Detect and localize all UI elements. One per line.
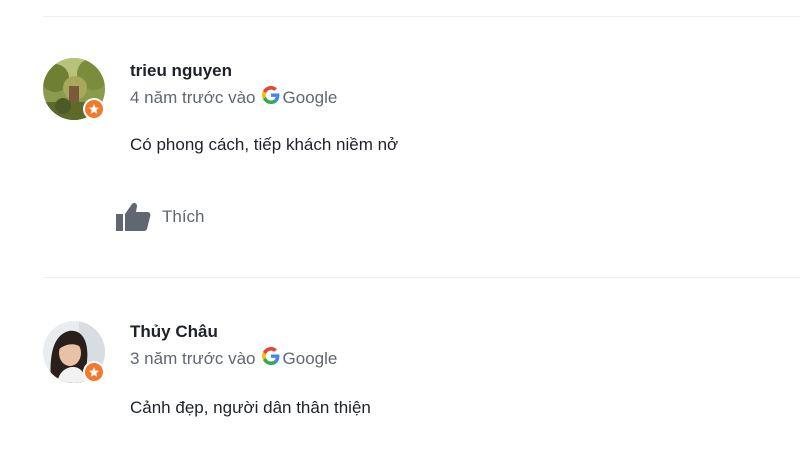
- review-time: 3 năm trước vào: [130, 348, 256, 368]
- google-icon: [261, 347, 280, 370]
- local-guide-badge: [83, 98, 105, 120]
- avatar[interactable]: [43, 58, 105, 120]
- review-meta: 4 năm trước vào Google: [130, 86, 337, 109]
- reviews-page: trieu nguyen 4 năm trước vào Google Có p…: [0, 0, 800, 449]
- divider: [43, 16, 800, 17]
- review-meta: 3 năm trước vào Google: [130, 347, 337, 370]
- review-text: Có phong cách, tiếp khách niềm nở: [130, 135, 399, 154]
- local-guide-star-icon: [89, 367, 99, 377]
- reviewer-name[interactable]: trieu nguyen: [130, 61, 232, 81]
- like-button[interactable]: Thích: [116, 202, 205, 232]
- local-guide-star-icon: [89, 104, 99, 114]
- reviewer-name[interactable]: Thủy Châu: [130, 322, 218, 342]
- review-source: Google: [282, 348, 338, 368]
- google-icon: [261, 86, 280, 109]
- review-time: 4 năm trước vào: [130, 87, 256, 107]
- review-text: Cảnh đẹp, người dân thân thiện: [130, 398, 371, 417]
- avatar[interactable]: [43, 321, 105, 383]
- local-guide-badge: [83, 361, 105, 383]
- like-label: Thích: [162, 207, 205, 226]
- thumbs-up-icon: [116, 202, 151, 231]
- review-source: Google: [282, 87, 338, 107]
- divider: [43, 277, 800, 278]
